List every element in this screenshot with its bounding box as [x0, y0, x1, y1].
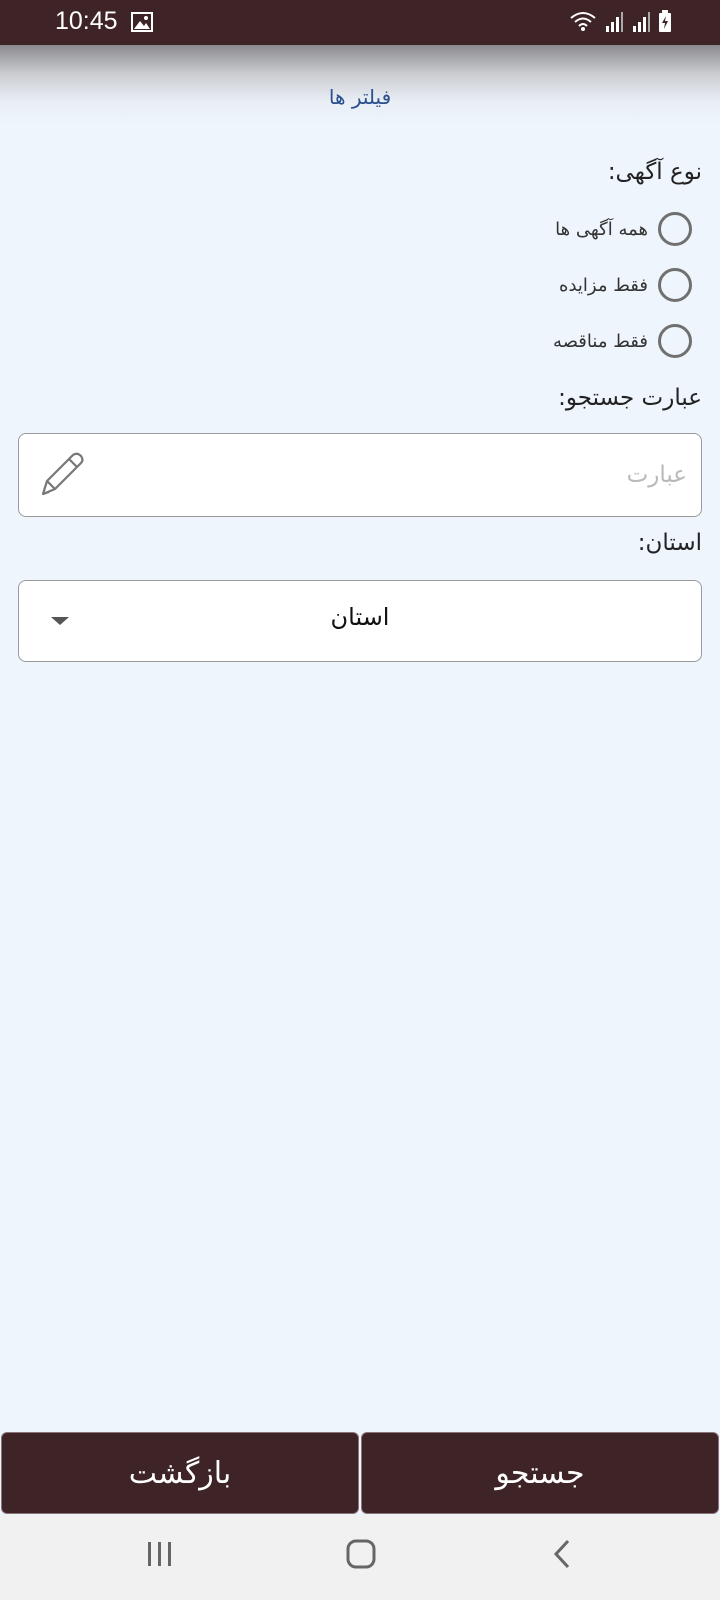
- search-label: عبارت جستجو:: [558, 385, 702, 411]
- radio-tender-only[interactable]: فقط مناقصه: [553, 321, 692, 361]
- dropdown-arrow-icon[interactable]: [51, 617, 69, 625]
- radio-label: فقط مزایده: [559, 274, 648, 296]
- search-input[interactable]: [127, 434, 687, 516]
- status-bar: 10:45: [0, 0, 720, 45]
- signal-icon: [604, 12, 624, 36]
- app-header: فیلتر ها: [0, 45, 720, 125]
- signal-icon: [631, 12, 651, 36]
- radio-button[interactable]: [658, 212, 692, 246]
- status-icons: [569, 10, 672, 36]
- radio-label: همه آگهی ها: [555, 218, 648, 240]
- gallery-icon: [131, 12, 153, 36]
- pencil-icon: [35, 448, 87, 504]
- radio-all-ads[interactable]: همه آگهی ها: [555, 209, 692, 249]
- province-selected-value: استان: [330, 603, 390, 631]
- radio-auction-only[interactable]: فقط مزایده: [559, 265, 692, 305]
- province-select[interactable]: استان: [18, 580, 702, 662]
- recent-apps-icon[interactable]: [145, 1537, 175, 1575]
- search-button[interactable]: جستجو: [361, 1432, 719, 1514]
- battery-charging-icon: [658, 10, 672, 36]
- home-icon[interactable]: [344, 1537, 378, 1575]
- system-nav-bar: [0, 1515, 720, 1600]
- province-label: استان:: [637, 530, 702, 556]
- status-time: 10:45: [55, 7, 118, 35]
- ad-type-label: نوع آگهی:: [607, 159, 702, 185]
- page-title: فیلتر ها: [328, 85, 392, 109]
- search-field[interactable]: [18, 433, 702, 517]
- wifi-icon: [569, 10, 597, 36]
- radio-label: فقط مناقصه: [553, 330, 648, 352]
- back-icon[interactable]: [548, 1537, 578, 1575]
- radio-button[interactable]: [658, 324, 692, 358]
- radio-button[interactable]: [658, 268, 692, 302]
- back-button[interactable]: بازگشت: [1, 1432, 359, 1514]
